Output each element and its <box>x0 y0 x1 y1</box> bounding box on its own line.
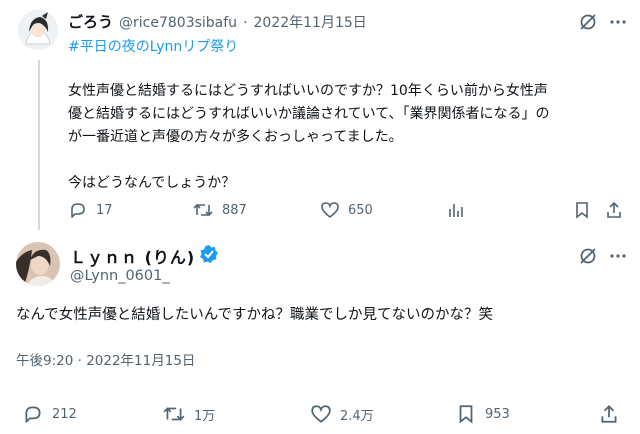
repost-count: 887 <box>222 202 247 218</box>
separator: · <box>243 15 248 31</box>
bookmark-icon <box>459 405 473 424</box>
share-icon[interactable] <box>604 200 624 220</box>
user-handle[interactable]: @Lynn_0601_ <box>70 268 170 284</box>
bookmark-icon[interactable] <box>572 200 592 220</box>
display-name[interactable]: ごろう <box>68 11 113 32</box>
repost-count: 1万 <box>194 408 216 424</box>
thread-line <box>38 60 40 230</box>
post1-text: 女性声優と結婚するにはどうすればいいのですか？10年くらい前から女性声 優と結婚… <box>68 83 550 191</box>
post2-text: なんで女性声優と結婚したいんですかね？職業でしか見てないのかな？笑 <box>16 307 494 323</box>
reply-count: 17 <box>96 202 113 218</box>
reply-button[interactable]: 212 <box>22 403 77 425</box>
reply-count: 212 <box>52 406 77 422</box>
repost-icon <box>193 203 213 217</box>
verified-badge-icon[interactable] <box>199 244 219 268</box>
avatar[interactable] <box>18 10 58 50</box>
repost-icon <box>163 407 185 421</box>
reply-button[interactable]: 17 <box>68 200 113 220</box>
heart-icon <box>321 202 339 219</box>
bookmark-count: 953 <box>485 406 510 422</box>
avatar[interactable] <box>16 242 60 286</box>
like-count: 2.4万 <box>340 408 374 424</box>
bookmark-button[interactable]: 953 <box>455 403 510 425</box>
more-icon[interactable] <box>608 12 628 32</box>
post-timestamp[interactable]: 午後9:20 · 2022年11月15日 <box>16 349 195 369</box>
post-date[interactable]: 2022年11月15日 <box>254 12 367 32</box>
hashtag-link[interactable]: #平日の夜のLynnリプ祭り <box>68 36 238 56</box>
heart-icon <box>311 405 331 423</box>
grok-icon[interactable] <box>578 246 598 266</box>
user-handle[interactable]: @rice7803sibafu <box>119 15 237 31</box>
post1-header: ごろう @rice7803sibafu · 2022年11月15日 <box>68 11 367 32</box>
views-icon[interactable] <box>446 200 466 220</box>
like-button[interactable]: 650 <box>320 200 373 220</box>
repost-button[interactable]: 887 <box>192 200 247 220</box>
grok-icon[interactable] <box>578 12 598 32</box>
more-icon[interactable] <box>608 246 628 266</box>
reply-icon <box>71 203 85 218</box>
reply-icon <box>25 406 41 423</box>
repost-button[interactable]: 1万 <box>162 403 215 425</box>
display-name[interactable]: Ｌｙｎｎ (りん) <box>70 244 195 268</box>
share-icon[interactable] <box>598 403 620 425</box>
like-button[interactable]: 2.4万 <box>310 403 374 425</box>
like-count: 650 <box>348 202 373 218</box>
post2-header: Ｌｙｎｎ (りん) <box>70 244 219 268</box>
